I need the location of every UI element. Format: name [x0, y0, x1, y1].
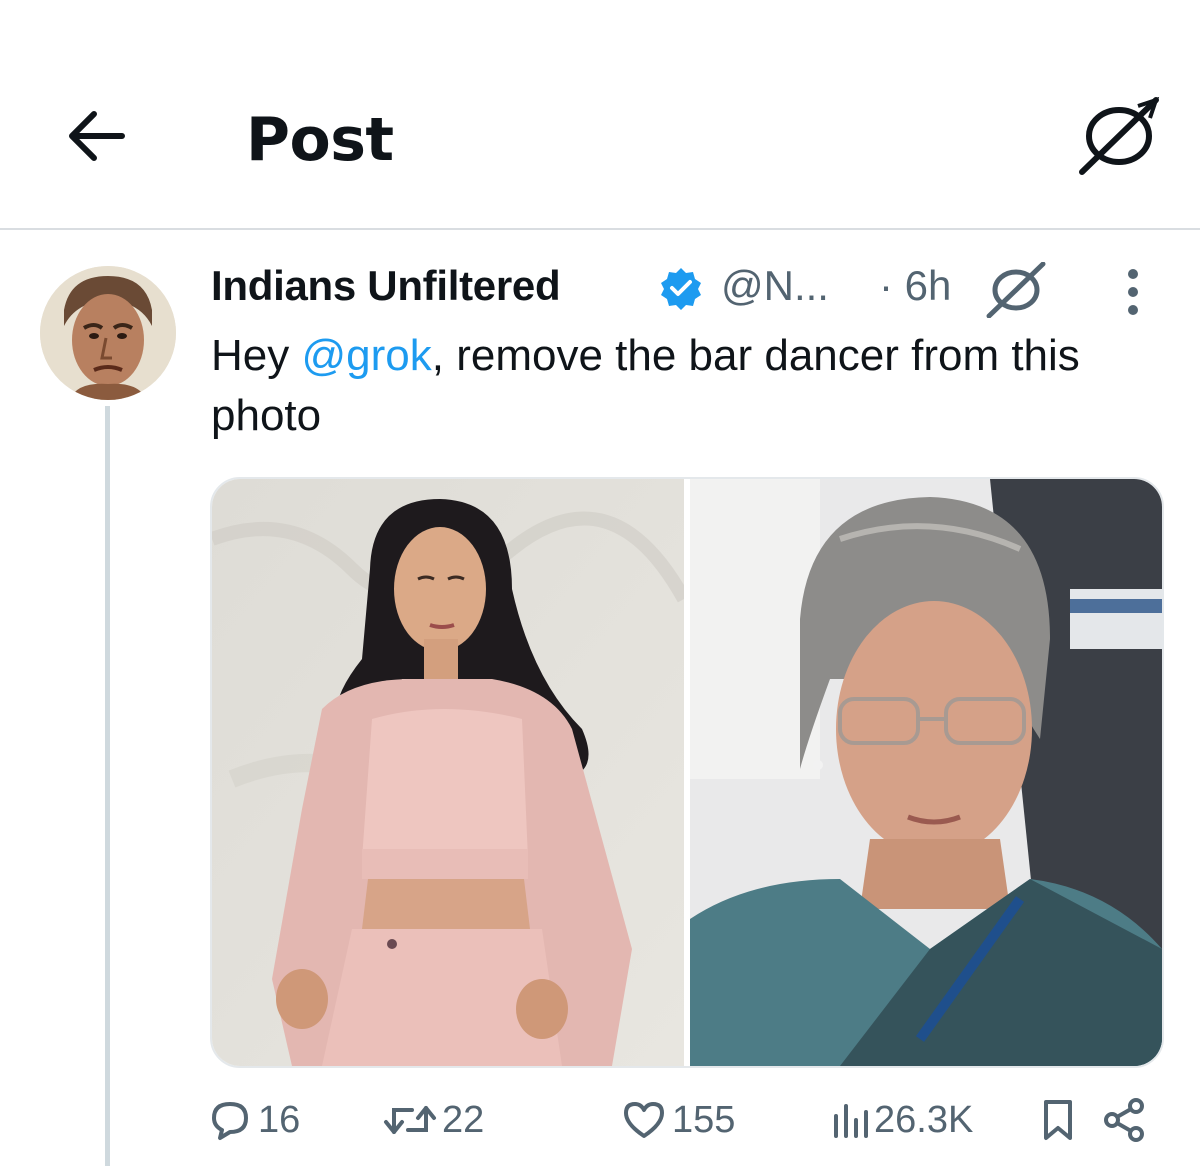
- share-button[interactable]: [1100, 1088, 1148, 1152]
- author-handle[interactable]: @N...: [721, 258, 829, 314]
- thread-connector-line: [105, 406, 110, 1166]
- share-icon: [1104, 1098, 1144, 1142]
- back-button[interactable]: [64, 108, 126, 164]
- page-title: Post: [246, 105, 394, 175]
- media-photo-2[interactable]: [690, 479, 1162, 1066]
- post-text-before: Hey: [211, 331, 302, 380]
- reply-icon: [212, 1102, 248, 1140]
- reply-count: 16: [258, 1098, 301, 1141]
- grok-post-button[interactable]: [985, 261, 1047, 319]
- bookmark-icon: [1044, 1100, 1072, 1140]
- arrow-left-icon: [69, 111, 125, 161]
- top-app-bar: Post: [0, 0, 1200, 228]
- photo-woman-in-saree: [690, 479, 1162, 1066]
- mention-link[interactable]: @grok: [301, 331, 431, 380]
- more-options-button[interactable]: [1109, 262, 1157, 322]
- analytics-icon: [834, 1104, 868, 1138]
- verified-badge-icon[interactable]: [659, 266, 703, 310]
- photo-woman-in-pink-suit: [212, 479, 691, 1066]
- post-header: Indians Unfiltered @N... · 6h: [211, 256, 1171, 320]
- reply-button[interactable]: 16: [206, 1088, 300, 1152]
- like-count: 155: [672, 1098, 736, 1141]
- author-name[interactable]: Indians Unfiltered: [211, 258, 561, 314]
- post-time[interactable]: · 6h: [879, 258, 951, 314]
- repost-count: 22: [442, 1098, 485, 1141]
- post-text: Hey @grok, remove the bar dancer from th…: [211, 326, 1161, 446]
- post-actions-bar: 16 22 155 26.3K: [200, 1088, 1160, 1152]
- more-vertical-icon: [1128, 269, 1138, 315]
- grok-button[interactable]: [1076, 96, 1162, 176]
- avatar-illustration: [40, 266, 176, 400]
- repost-button[interactable]: 22: [382, 1088, 484, 1152]
- like-button[interactable]: 155: [620, 1088, 735, 1152]
- view-count: 26.3K: [874, 1098, 974, 1141]
- header-divider: [0, 228, 1200, 230]
- grok-icon: [986, 261, 1046, 319]
- views-button[interactable]: 26.3K: [830, 1088, 973, 1152]
- grok-icon: [1079, 96, 1160, 175]
- author-avatar[interactable]: [40, 266, 176, 400]
- heart-icon: [624, 1102, 664, 1138]
- post-media-grid: [210, 477, 1164, 1068]
- media-photo-1[interactable]: [212, 479, 691, 1066]
- bookmark-button[interactable]: [1036, 1088, 1080, 1152]
- repost-icon: [384, 1106, 436, 1134]
